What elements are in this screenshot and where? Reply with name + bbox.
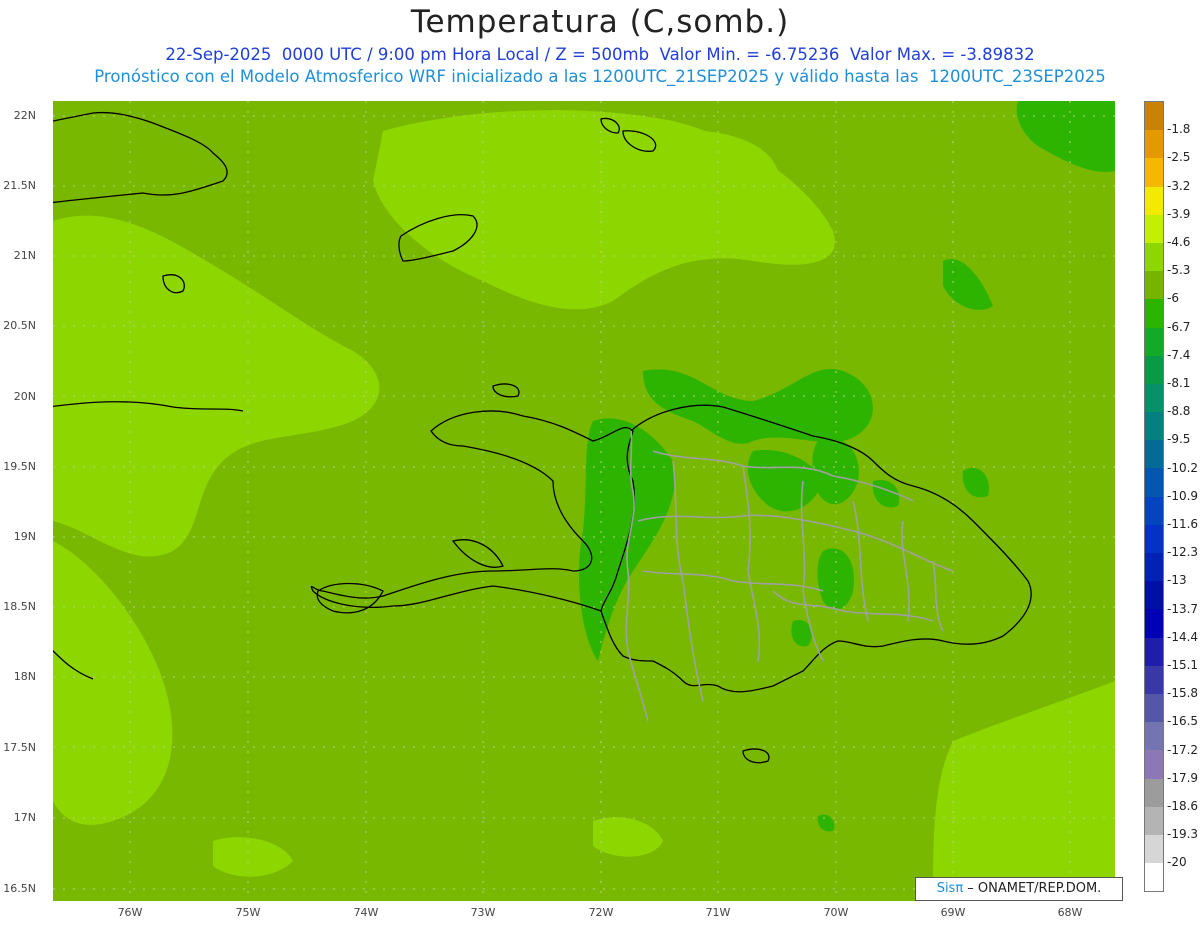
colorbar-swatch	[1145, 524, 1163, 553]
colorbar-swatch	[1145, 299, 1163, 328]
lon-label: 75W	[235, 906, 261, 919]
colorbar-label: -8.8	[1167, 404, 1191, 419]
colorbar-swatch	[1145, 665, 1163, 694]
colorbar-swatch	[1145, 102, 1163, 131]
colorbar-label: -11.6	[1167, 517, 1199, 531]
colorbar-label: -6.7	[1167, 319, 1191, 334]
lat-label: 16.5N	[3, 882, 36, 895]
colorbar-swatch	[1145, 412, 1163, 441]
lat-label: 22N	[13, 109, 36, 122]
colorbar-label: -10.9	[1167, 488, 1199, 503]
lat-label: 17.5N	[3, 741, 36, 754]
colorbar-swatch	[1145, 214, 1163, 243]
colorbar-label: -7.4	[1167, 347, 1191, 362]
lat-label: 21N	[13, 249, 36, 262]
lat-label: 21.5N	[3, 179, 36, 192]
lon-label: 69W	[940, 906, 966, 919]
colorbar-label: -9.5	[1167, 432, 1191, 447]
colorbar-label: -18.6	[1167, 799, 1199, 813]
lat-label: 19N	[13, 530, 36, 543]
colorbar-swatch	[1145, 863, 1163, 892]
lat-label: 18.5N	[3, 600, 36, 613]
colorbar-label: -16.5	[1167, 714, 1199, 729]
map-canvas	[53, 101, 1115, 901]
colorbar-swatch	[1145, 327, 1163, 356]
colorbar-swatch	[1145, 355, 1163, 384]
colorbar-swatch	[1145, 581, 1163, 610]
lat-label: 20N	[13, 390, 36, 403]
lat-label: 19.5N	[3, 460, 36, 473]
colorbar-swatch	[1145, 637, 1163, 666]
lat-label: 17N	[13, 811, 36, 824]
colorbar-label: -13.7	[1167, 601, 1199, 616]
lon-label: 72W	[588, 906, 614, 919]
colorbar-label: -19.3	[1167, 827, 1199, 842]
colorbar-swatch	[1145, 242, 1163, 272]
lat-label: 20.5N	[3, 319, 36, 332]
colorbar-label: -3.9	[1167, 206, 1191, 221]
colorbar-swatch	[1145, 778, 1163, 807]
colorbar-swatch	[1145, 496, 1163, 525]
colorbar-swatch	[1145, 383, 1163, 413]
sispi-logo: Sisπ	[936, 881, 964, 896]
colorbar-label: -14.4	[1167, 629, 1199, 644]
colorbar-label: -3.2	[1167, 178, 1191, 193]
colorbar-label: -2.5	[1167, 150, 1191, 165]
colorbar-swatch	[1145, 553, 1163, 582]
colorbar-swatch	[1145, 271, 1163, 300]
credit-text: – ONAMET/REP.DOM.	[963, 881, 1102, 896]
colorbar-swatch	[1145, 468, 1163, 497]
lon-label: 73W	[470, 906, 496, 919]
credit-box: Sisπ – ONAMET/REP.DOM.	[915, 877, 1123, 901]
colorbar-swatch	[1145, 834, 1163, 864]
colorbar-swatch	[1145, 186, 1163, 215]
colorbar-swatch	[1145, 130, 1163, 159]
colorbar-label: -12.3	[1167, 545, 1199, 560]
colorbar-label: -8.1	[1167, 376, 1191, 390]
model-info-line: Pronóstico con el Modelo Atmosferico WRF…	[94, 67, 1106, 86]
temperature-map	[53, 101, 1115, 901]
colorbar-swatch	[1145, 722, 1163, 751]
colorbar-label: -20	[1167, 855, 1187, 870]
lon-label: 70W	[823, 906, 849, 919]
lat-label: 18N	[13, 670, 36, 683]
colorbar-swatch	[1145, 158, 1163, 187]
lon-label: 74W	[353, 906, 379, 919]
colorbar-swatch	[1145, 750, 1163, 779]
colorbar-label: -5.3	[1167, 263, 1191, 278]
colorbar-label: -15.1	[1167, 658, 1199, 672]
colorbar-label: -10.2	[1167, 460, 1199, 475]
lon-label: 71W	[705, 906, 731, 919]
forecast-time-line: 22-Sep-2025 0000 UTC / 9:00 pm Hora Loca…	[165, 45, 1035, 64]
lon-label: 68W	[1057, 906, 1083, 919]
colorbar-swatch	[1145, 693, 1163, 723]
map-title: Temperatura (C,somb.)	[410, 4, 790, 40]
colorbar-label: -17.9	[1167, 770, 1199, 785]
colorbar-swatch	[1145, 609, 1163, 638]
colorbar-swatch	[1145, 440, 1163, 469]
colorbar-label: -4.6	[1167, 235, 1191, 249]
colorbar-swatch	[1145, 806, 1163, 835]
colorbar-label: -6	[1167, 291, 1179, 306]
colorbar-label: -17.2	[1167, 742, 1199, 757]
colorbar-label: -13	[1167, 573, 1187, 588]
colorbar	[1144, 101, 1164, 893]
colorbar-label: -1.8	[1167, 122, 1191, 137]
colorbar-label: -15.8	[1167, 686, 1199, 701]
lon-label: 76W	[117, 906, 143, 919]
